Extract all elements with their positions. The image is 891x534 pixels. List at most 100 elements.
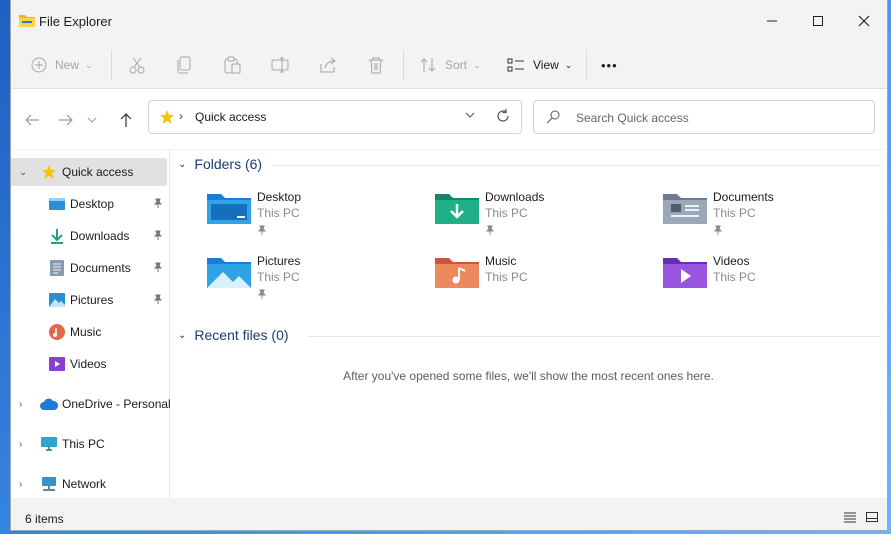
forward-button[interactable] (54, 108, 78, 132)
folder-tile-desktop[interactable]: Desktop This PC (207, 190, 427, 250)
sidebar-item-onedrive[interactable]: › OneDrive - Personal (11, 390, 171, 418)
paste-icon (224, 56, 241, 74)
folder-tile-documents[interactable]: Documents This PC (663, 190, 883, 250)
cloud-icon (39, 397, 59, 411)
delete-button[interactable] (368, 50, 384, 80)
folders-group-header[interactable]: ⌄ Folders (6) (178, 156, 262, 172)
pin-icon (153, 261, 163, 275)
network-icon (40, 476, 58, 492)
sidebar-item-this-pc[interactable]: › This PC (11, 430, 167, 458)
recent-files-empty-message: After you've opened some files, we'll sh… (343, 369, 714, 383)
pin-icon (485, 222, 495, 240)
chevron-right-icon[interactable]: › (19, 479, 22, 490)
recent-locations-button[interactable] (85, 108, 99, 132)
videos-folder-icon (663, 258, 707, 288)
pin-icon (257, 286, 267, 304)
rename-icon (271, 57, 289, 73)
copy-button[interactable] (176, 50, 192, 80)
folder-tile-videos[interactable]: Videos This PC (663, 254, 883, 314)
sidebar-item-network[interactable]: › Network (11, 470, 167, 498)
group-title: Recent files (0) (194, 327, 289, 343)
breadcrumb[interactable]: Quick access (195, 110, 266, 124)
folder-location: This PC (257, 206, 300, 220)
arrow-right-icon (59, 114, 73, 126)
download-icon (49, 228, 65, 244)
folder-tile-downloads[interactable]: Downloads This PC (435, 190, 655, 250)
sidebar-item-quick-access[interactable]: ⌄ Quick access (11, 158, 167, 186)
folder-tile-pictures[interactable]: Pictures This PC (207, 254, 427, 314)
sidebar-item-label: OneDrive - Personal (62, 397, 171, 411)
paste-button[interactable] (223, 50, 241, 80)
folder-location: This PC (257, 270, 300, 284)
folder-tile-music[interactable]: Music This PC (435, 254, 655, 314)
rename-button[interactable] (271, 50, 289, 80)
maximize-button[interactable] (795, 0, 841, 42)
chevron-down-icon: ⌄ (564, 59, 573, 70)
search-box[interactable] (533, 100, 875, 134)
downloads-folder-icon (435, 194, 479, 224)
folder-location: This PC (713, 206, 756, 220)
minimize-button[interactable] (749, 0, 795, 42)
sidebar-item-label: Documents (70, 261, 131, 275)
view-label: View (533, 58, 559, 72)
music-icon (49, 324, 65, 340)
sort-icon (420, 58, 436, 72)
desktop-folder-icon (207, 194, 251, 224)
picture-icon (49, 293, 65, 307)
computer-icon (40, 436, 58, 452)
status-bar: 6 items (11, 498, 887, 530)
window-title: File Explorer (39, 14, 112, 29)
search-input[interactable] (574, 107, 858, 129)
chevron-right-icon[interactable]: › (19, 399, 22, 410)
pin-icon (257, 222, 267, 240)
arrow-left-icon (25, 114, 39, 126)
chevron-down-icon[interactable]: ⌄ (19, 167, 27, 178)
content-pane: ⌄ Folders (6) Desktop This PC Downloads (170, 150, 887, 498)
item-count: 6 items (25, 512, 64, 526)
view-button[interactable]: View ⌄ (507, 50, 572, 80)
back-button[interactable] (20, 108, 44, 132)
address-row: › Quick access (11, 89, 887, 149)
chevron-right-icon[interactable]: › (19, 439, 22, 450)
more-icon: ••• (601, 57, 618, 73)
new-button[interactable]: New ⌄ (31, 50, 93, 80)
more-options-button[interactable]: ••• (601, 50, 618, 80)
sidebar-item-label: Downloads (70, 229, 130, 243)
sidebar-item-videos[interactable]: Videos (11, 350, 167, 378)
chevron-down-icon[interactable]: ⌄ (178, 330, 186, 341)
toolbar-divider (403, 50, 404, 80)
tiles-view-icon (866, 512, 878, 522)
file-explorer-icon (19, 15, 35, 27)
toolbar-divider (586, 50, 587, 80)
arrow-up-icon (120, 113, 132, 127)
sort-button[interactable]: Sort ⌄ (419, 50, 481, 80)
sidebar-item-label: This PC (62, 437, 105, 451)
up-button[interactable] (114, 108, 138, 132)
documents-folder-icon (663, 194, 707, 224)
title-bar[interactable]: File Explorer (11, 0, 887, 42)
large-icons-view-button[interactable] (865, 510, 879, 528)
sidebar-item-desktop[interactable]: Desktop (11, 190, 167, 218)
music-folder-icon (435, 258, 479, 288)
recent-files-group-header[interactable]: ⌄ Recent files (0) (178, 327, 289, 343)
share-button[interactable] (319, 50, 337, 80)
address-bar[interactable]: › Quick access (148, 100, 522, 134)
cut-icon (129, 57, 145, 74)
folder-location: This PC (713, 270, 756, 284)
close-button[interactable] (841, 0, 887, 42)
chevron-down-icon: ⌄ (473, 59, 481, 70)
chevron-down-icon[interactable]: ⌄ (178, 159, 186, 170)
file-explorer-window: File Explorer New ⌄ Sort ⌄ View ⌄ ••• › … (10, 0, 888, 531)
chevron-down-icon[interactable] (465, 111, 475, 119)
close-icon (858, 15, 870, 27)
search-icon (546, 110, 560, 124)
sidebar-item-pictures[interactable]: Pictures (11, 286, 167, 314)
cut-button[interactable] (128, 50, 146, 80)
desktop-icon (49, 197, 65, 211)
sidebar-item-downloads[interactable]: Downloads (11, 222, 167, 250)
sidebar-item-music[interactable]: Music (11, 318, 167, 346)
chevron-down-icon: ⌄ (85, 59, 93, 70)
sidebar-item-documents[interactable]: Documents (11, 254, 167, 282)
refresh-icon[interactable] (495, 108, 511, 124)
details-view-button[interactable] (843, 510, 857, 528)
